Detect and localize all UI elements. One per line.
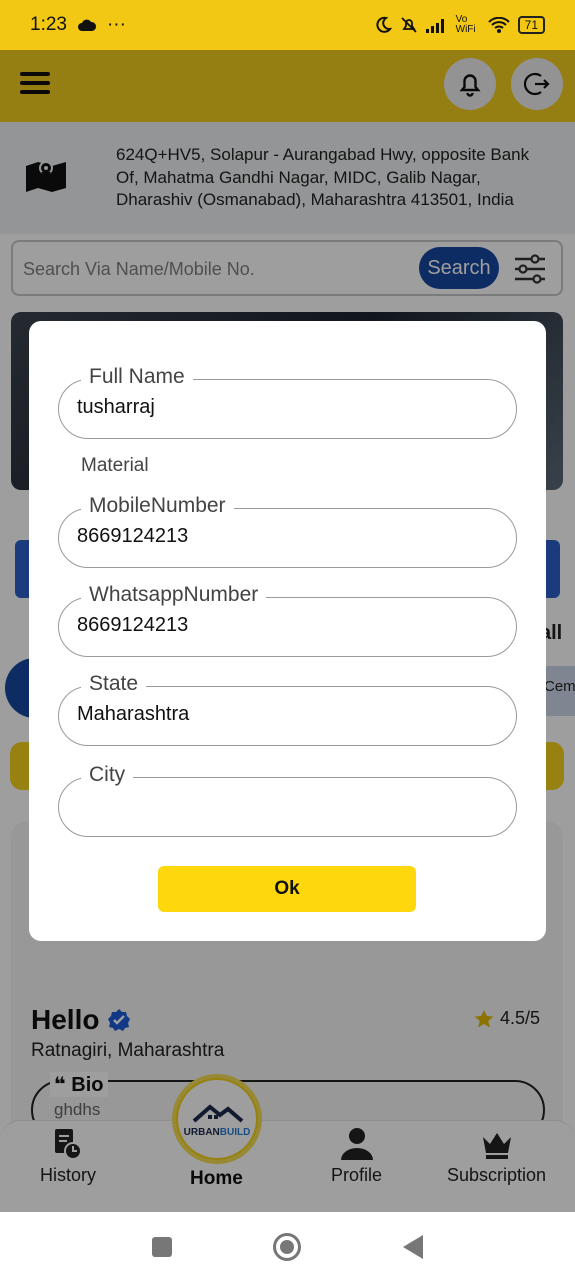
state-value[interactable]: Maharashtra: [77, 703, 189, 726]
city-field[interactable]: City: [58, 763, 517, 837]
whatsapp-number-value[interactable]: 8669124213: [77, 614, 188, 637]
mute-bell-icon: [401, 17, 417, 33]
cloud-icon: [77, 19, 97, 31]
material-label: Material: [81, 455, 149, 476]
recents-icon[interactable]: [151, 1236, 173, 1258]
back-icon[interactable]: [402, 1234, 424, 1260]
state-label: State: [81, 672, 147, 696]
ok-button[interactable]: Ok: [158, 866, 416, 912]
mobile-number-value[interactable]: 8669124213: [77, 525, 188, 548]
mobile-number-label: MobileNumber: [81, 494, 234, 518]
state-field[interactable]: State Maharashtra: [58, 672, 517, 746]
whatsapp-number-label: WhatsappNumber: [81, 583, 267, 607]
network-label: Vo WiFi: [455, 14, 476, 35]
signal-icon: [425, 19, 444, 33]
mobile-number-field[interactable]: MobileNumber 8669124213: [58, 494, 517, 568]
status-time: 1:23: [30, 14, 67, 35]
whatsapp-number-field[interactable]: WhatsappNumber 8669124213: [58, 583, 517, 657]
battery-indicator: 71: [517, 16, 545, 34]
full-name-field[interactable]: Full Name tusharraj: [58, 365, 517, 439]
full-name-value[interactable]: tusharraj: [77, 396, 155, 419]
city-label: City: [81, 763, 134, 787]
user-details-dialog: Full Name tusharraj Material MobileNumbe…: [29, 321, 546, 941]
moon-icon: [376, 16, 392, 33]
system-nav-bar: [0, 1212, 575, 1280]
status-dots: ···: [106, 14, 126, 35]
status-bar: 1:23 ··· Vo WiFi 71: [0, 0, 575, 50]
home-icon[interactable]: [272, 1232, 302, 1262]
wifi-icon: [487, 17, 510, 33]
full-name-label: Full Name: [81, 365, 193, 389]
